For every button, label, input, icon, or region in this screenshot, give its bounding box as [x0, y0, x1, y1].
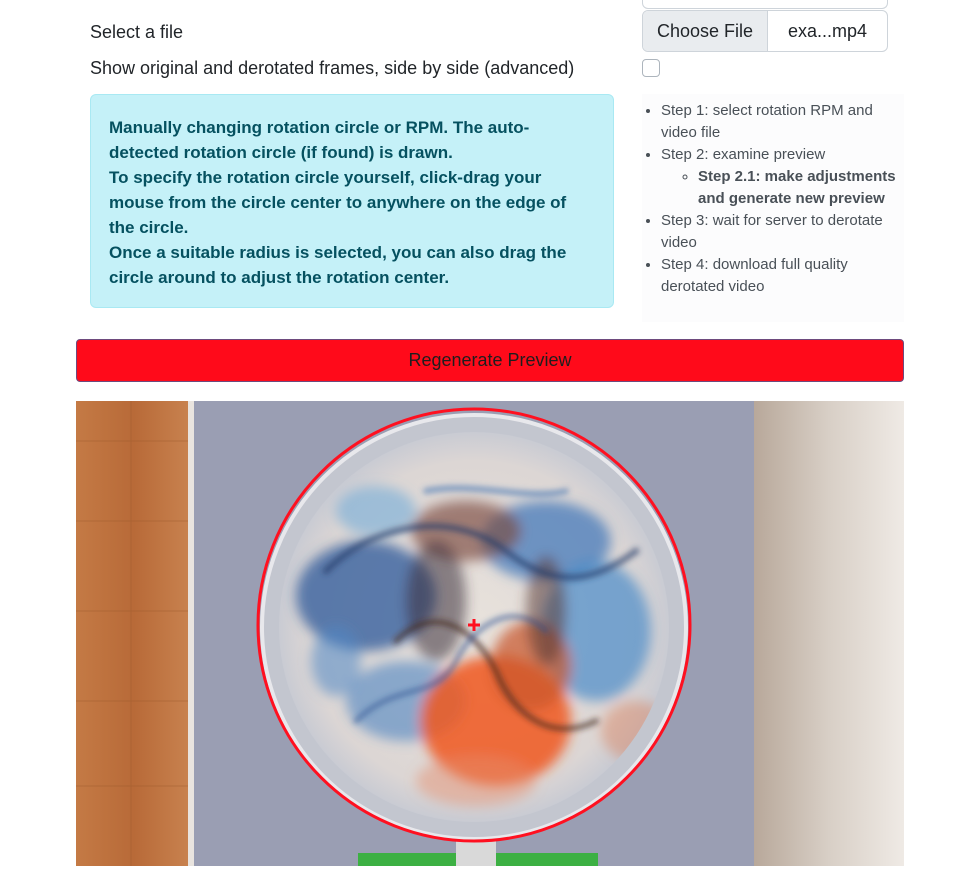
info-alert: Manually changing rotation circle or RPM… — [90, 94, 614, 308]
select-file-label: Select a file — [90, 22, 184, 42]
steps-list: Step 1: select rotation RPM and video fi… — [642, 100, 904, 298]
step-4: Step 4: download full quality derotated … — [661, 254, 904, 298]
side-by-side-label: Show original and derotated frames, side… — [90, 58, 575, 78]
substeps-list: Step 2.1: make adjustments and generate … — [661, 166, 904, 210]
alert-line-2: To specify the rotation circle yourself,… — [109, 168, 567, 237]
step-1: Step 1: select rotation RPM and video fi… — [661, 100, 904, 144]
step-3: Step 3: wait for server to derotate vide… — [661, 210, 904, 254]
regenerate-preview-button[interactable]: Regenerate Preview — [76, 339, 904, 382]
file-input[interactable]: Choose File exa...mp4 — [642, 10, 888, 52]
selected-file-name[interactable]: exa...mp4 — [768, 11, 887, 51]
step-2-label: Step 2: examine preview — [661, 146, 826, 163]
page: Select a file Choose File exa...mp4 Show… — [0, 0, 977, 888]
steps-panel: Step 1: select rotation RPM and video fi… — [642, 94, 904, 322]
step-2: Step 2: examine preview Step 2.1: make a… — [661, 144, 904, 210]
side-by-side-checkbox[interactable] — [642, 59, 660, 77]
alert-line-1: Manually changing rotation circle or RPM… — [109, 118, 530, 162]
choose-file-button[interactable]: Choose File — [643, 11, 768, 51]
alert-line-3: Once a suitable radius is selected, you … — [109, 243, 567, 287]
previous-field-edge — [642, 0, 888, 9]
preview-image — [76, 401, 904, 866]
step-2-1: Step 2.1: make adjustments and generate … — [698, 166, 904, 210]
video-preview-canvas[interactable] — [76, 401, 904, 866]
